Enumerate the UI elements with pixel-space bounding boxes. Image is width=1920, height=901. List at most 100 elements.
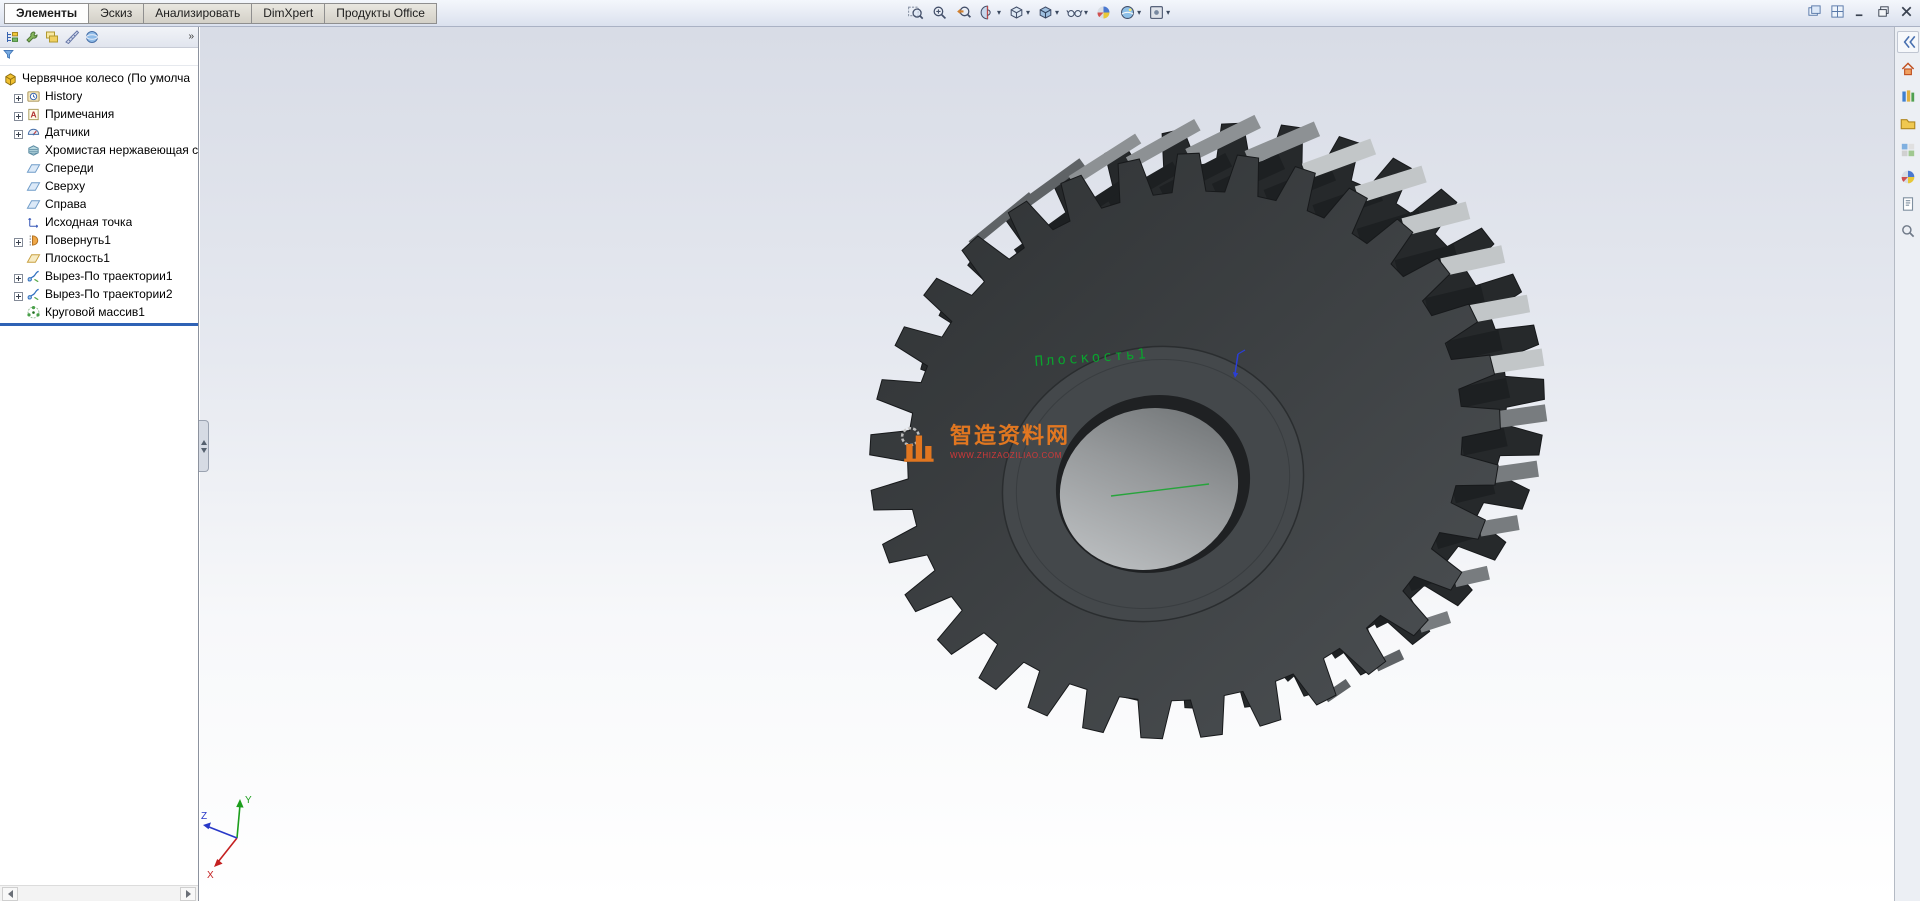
custom-properties-icon[interactable] [1897,193,1919,215]
scroll-right-icon [186,890,191,898]
swept-cut-icon [26,287,41,302]
dimxpertmanager-tab[interactable] [63,28,81,46]
splitter-down-icon [201,448,207,453]
hide-show-items-icon[interactable]: ▾ [1064,3,1090,22]
propertymanager-tab[interactable] [23,28,41,46]
scroll-left-button[interactable] [2,887,18,901]
history-icon [26,89,41,104]
tab-office-products[interactable]: Продукты Office [324,3,437,24]
display-style-icon[interactable]: ▾ [1035,3,1061,22]
origin-triad-icon: YXZ [201,795,252,881]
tree-item-circular-pattern1[interactable]: Круговой массив1 [0,303,198,321]
dropdown-arrow-icon[interactable]: ▾ [1055,8,1059,17]
edit-appearance-icon[interactable] [1093,3,1114,22]
configurationmanager-tab[interactable] [43,28,61,46]
solidworks-resources-icon[interactable] [1897,58,1919,80]
tree-item-label: Повернуть1 [45,233,111,247]
task-pane-strip [1894,26,1920,901]
feature-tree: Червячное колесо (По умолча History AПриме… [0,66,198,321]
scroll-right-button[interactable] [180,887,196,901]
view-settings-icon[interactable]: ▾ [1146,3,1172,22]
restore-button[interactable] [1876,4,1891,19]
dropdown-arrow-icon[interactable]: ▾ [997,8,1001,17]
zoom-to-area-icon[interactable] [929,3,950,22]
dropdown-arrow-icon[interactable]: ▾ [1137,8,1141,17]
expand-plus-icon[interactable] [14,290,23,299]
plane-icon [26,197,41,212]
panel-tab-overflow[interactable]: » [188,31,194,42]
tree-item-plane1[interactable]: Плоскость1 [0,249,198,267]
tab-dimxpert[interactable]: DimXpert [251,3,324,24]
tree-item-history[interactable]: History [0,87,198,105]
tree-item-plane-right[interactable]: Справа [0,195,198,213]
section-view-icon[interactable]: ▾ [977,3,1003,22]
tab-sketch[interactable]: Эскиз [88,3,143,24]
expand-plus-icon[interactable] [14,92,23,101]
splitter-up-icon [201,440,207,445]
heads-up-toolbar: ▾ ▾ ▾ ▾ ▾ ▾ [905,3,1172,22]
tree-item-label: Червячное колесо (По умолча [22,71,190,85]
tree-item-label: Справа [45,197,86,211]
close-button[interactable] [1899,4,1914,19]
window-tile-button[interactable] [1830,4,1845,19]
featuremanager-tab[interactable] [3,28,21,46]
swept-cut-icon [26,269,41,284]
previous-view-icon[interactable] [953,3,974,22]
tree-item-label: Исходная точка [45,215,132,229]
dropdown-arrow-icon[interactable]: ▾ [1166,8,1170,17]
graphics-area[interactable]: Плоскость1YXZ 智造资料网 WWW.ZHIZAOZILIAO.COM [200,26,1894,901]
search-icon[interactable] [1897,220,1919,242]
tab-evaluate[interactable]: Анализировать [143,3,251,24]
tree-item-origin[interactable]: Исходная точка [0,213,198,231]
tree-item-swept-cut1[interactable]: Вырез-По траектории1 [0,267,198,285]
worm-gear-model[interactable]: Плоскость1YXZ [200,26,1894,901]
expand-plus-icon[interactable] [14,236,23,245]
origin-icon [26,215,41,230]
expand-plus-icon[interactable] [14,128,23,137]
view-orientation-icon[interactable]: ▾ [1006,3,1032,22]
apply-scene-icon[interactable]: ▾ [1117,3,1143,22]
file-explorer-icon[interactable] [1897,112,1919,134]
appearances-icon[interactable] [1897,166,1919,188]
panel-horizontal-scrollbar[interactable] [0,885,198,901]
window-controls [1807,4,1914,19]
rollback-bar[interactable] [0,323,198,326]
collapse-task-pane-icon[interactable] [1897,31,1919,53]
displaymanager-tab[interactable] [83,28,101,46]
design-library-icon[interactable] [1897,85,1919,107]
material-icon [26,143,41,158]
part-icon [3,71,18,86]
feature-filter-row [0,48,198,66]
annotations-icon: A [26,107,41,122]
tree-item-plane-front[interactable]: Спереди [0,159,198,177]
scroll-left-icon [8,890,13,898]
tree-item-plane-top[interactable]: Сверху [0,177,198,195]
tree-item-sensors[interactable]: Датчики [0,123,198,141]
svg-text:Y: Y [245,795,252,806]
dropdown-arrow-icon[interactable]: ▾ [1084,8,1088,17]
tree-item-label: Спереди [45,161,94,175]
tree-item-part-root[interactable]: Червячное колесо (По умолча [0,69,198,87]
minimize-button[interactable] [1853,4,1868,19]
feature-manager-panel: » Червячное колесо (По умолча History AПри… [0,26,199,901]
svg-text:A: A [30,109,36,119]
sensors-icon [26,125,41,140]
dropdown-arrow-icon[interactable]: ▾ [1026,8,1030,17]
top-bar: ЭлементыЭскизАнализироватьDimXpertПродук… [0,0,1920,27]
tree-item-material[interactable]: Хромистая нержавеющая с [0,141,198,159]
tree-item-annotations[interactable]: AПримечания [0,105,198,123]
manager-tab-strip: » [0,26,198,48]
filter-funnel-icon[interactable] [2,48,15,66]
view-palette-icon[interactable] [1897,139,1919,161]
expand-plus-icon[interactable] [14,110,23,119]
tree-item-revolve1[interactable]: Повернуть1 [0,231,198,249]
expand-plus-icon[interactable] [14,272,23,281]
revolve-icon [26,233,41,248]
tree-item-swept-cut2[interactable]: Вырез-По траектории2 [0,285,198,303]
tree-item-label: History [45,89,82,103]
window-cascade-button[interactable] [1807,4,1822,19]
panel-splitter[interactable] [199,420,209,472]
zoom-to-fit-icon[interactable] [905,3,926,22]
svg-text:X: X [207,870,214,881]
tab-elements[interactable]: Элементы [4,3,88,24]
